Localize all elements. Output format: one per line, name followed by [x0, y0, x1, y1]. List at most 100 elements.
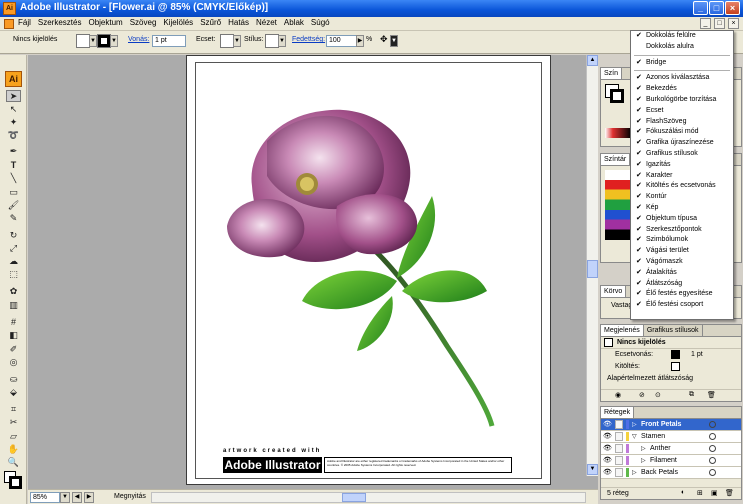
- menu-option[interactable]: ✔ Élő festés egyesítése: [631, 289, 733, 300]
- menu-option[interactable]: ✔ Azonos kiválasztása: [631, 73, 733, 84]
- doc-close-button[interactable]: ×: [728, 18, 739, 29]
- pen-tool-icon[interactable]: ✒: [6, 145, 21, 157]
- document-icon[interactable]: [4, 19, 14, 29]
- layers-new-sublayer-icon[interactable]: ⊞: [697, 489, 703, 497]
- scroll-down-icon[interactable]: ▼: [587, 464, 598, 475]
- zoom-dropdown-icon[interactable]: ▼: [60, 492, 70, 503]
- hand-tool-icon[interactable]: ✋: [6, 443, 21, 455]
- menu-option[interactable]: ✔ Vágási terület: [631, 246, 733, 257]
- graph-tool-icon[interactable]: ▥: [6, 299, 21, 311]
- appearance-duplicate-icon[interactable]: ⧉: [689, 391, 694, 399]
- tab-layers[interactable]: Rétegek: [601, 407, 635, 418]
- menu-option[interactable]: ✔ Fókuszálási mód: [631, 127, 733, 138]
- previous-page-icon[interactable]: ◀: [72, 492, 82, 503]
- layer-visibility-icon[interactable]: 👁: [603, 457, 612, 464]
- layer-visibility-icon[interactable]: 👁: [603, 433, 612, 440]
- menu-item-1[interactable]: Szerkesztés: [38, 18, 82, 27]
- layer-lock-toggle[interactable]: [615, 432, 623, 441]
- toolbox-stroke-swatch[interactable]: [9, 476, 22, 489]
- gradient-tool-icon[interactable]: ◧: [6, 329, 21, 341]
- type-tool-icon[interactable]: T: [6, 159, 21, 171]
- menu-item-2[interactable]: Objektum: [88, 18, 122, 27]
- layers-delete-icon[interactable]: 🗑: [725, 489, 734, 497]
- layer-target-icon[interactable]: [709, 433, 716, 440]
- appearance-toggle-icon[interactable]: ◉: [615, 391, 621, 399]
- menu-option[interactable]: ✔ Karakter: [631, 171, 733, 182]
- appearance-clear-icon[interactable]: ⊘: [639, 391, 645, 399]
- color-stroke-swatch[interactable]: [610, 89, 624, 103]
- blend-tool-icon[interactable]: ◎: [6, 356, 21, 368]
- menu-item-3[interactable]: Szöveg: [130, 18, 157, 27]
- layers-new-layer-icon[interactable]: ▣: [711, 489, 718, 497]
- appearance-reduce-icon[interactable]: ⊙: [655, 391, 661, 399]
- menu-option[interactable]: ✔ Kitöltés és ecsetvonás: [631, 181, 733, 192]
- tab-graphic-styles[interactable]: Grafikus stílusok: [643, 325, 703, 336]
- menu-option[interactable]: ✔ Grafikus stílusok: [631, 149, 733, 160]
- canvas-workspace[interactable]: artwork created with Adobe Illustrator A…: [28, 55, 598, 489]
- control-menu-icon[interactable]: ▼: [390, 35, 398, 47]
- menu-option[interactable]: ✔ Szerkesztőpontok: [631, 225, 733, 236]
- warp-tool-icon[interactable]: ☁: [6, 255, 21, 267]
- brush-dropdown-icon[interactable]: ▼: [233, 35, 241, 47]
- zoom-field[interactable]: 85%: [30, 492, 60, 503]
- layer-expand-icon[interactable]: ▷: [641, 445, 646, 452]
- rectangle-tool-icon[interactable]: ▭: [6, 186, 21, 198]
- swatch-grid[interactable]: [605, 170, 631, 240]
- style-dropdown-icon[interactable]: ▼: [278, 35, 286, 47]
- appearance-stroke-row[interactable]: Ecsetvonás: 1 pt: [601, 349, 741, 361]
- tab-swatches[interactable]: Színtár: [601, 154, 631, 165]
- menu-item-5[interactable]: Szűrő: [200, 18, 221, 27]
- artboard[interactable]: artwork created with Adobe Illustrator A…: [186, 55, 551, 485]
- stroke-weight-field[interactable]: 1 pt: [152, 35, 186, 47]
- zoom-tool-icon[interactable]: 🔍: [6, 456, 21, 468]
- layer-lock-toggle[interactable]: [615, 420, 623, 429]
- style-swatch[interactable]: [265, 34, 279, 48]
- mesh-tool-icon[interactable]: #: [6, 316, 21, 328]
- minimize-button[interactable]: _: [693, 1, 708, 15]
- rotate-tool-icon[interactable]: ↻: [6, 229, 21, 241]
- tab-appearance[interactable]: Megjelenés: [601, 325, 644, 336]
- layer-target-icon[interactable]: [709, 421, 716, 428]
- vertical-scrollbar[interactable]: ▲ ▼: [586, 55, 598, 476]
- line-tool-icon[interactable]: ╲: [6, 172, 21, 184]
- transform-icon[interactable]: ✥: [380, 34, 388, 45]
- horizontal-scroll-thumb[interactable]: [342, 493, 366, 502]
- menu-item-8[interactable]: Ablak: [284, 18, 304, 27]
- opacity-label-link[interactable]: Fedettség:: [292, 36, 325, 43]
- live-paint-selection-tool-icon[interactable]: ⬙: [6, 386, 21, 398]
- eyedropper-tool-icon[interactable]: ✐: [6, 343, 21, 355]
- scroll-up-icon[interactable]: ▲: [587, 55, 598, 66]
- layer-row[interactable]: 👁 ▷ Anther: [601, 443, 741, 455]
- menu-option[interactable]: ✔ Igazítás: [631, 160, 733, 171]
- stroke-label-link[interactable]: Vonás:: [128, 36, 149, 43]
- layers-make-clip-icon[interactable]: ◐: [681, 489, 685, 496]
- menu-option[interactable]: ✔ Bekezdés: [631, 84, 733, 95]
- menu-option[interactable]: ✔ Szimbólumok: [631, 235, 733, 246]
- menu-option[interactable]: ✔ Kontúr: [631, 192, 733, 203]
- stroke-dropdown-icon[interactable]: ▼: [110, 35, 118, 47]
- menu-option[interactable]: ✔ Objektum típusa: [631, 214, 733, 225]
- paintbrush-tool-icon[interactable]: 🖌: [6, 199, 21, 211]
- layer-expand-icon[interactable]: ▷: [641, 457, 646, 464]
- color-spectrum-bar[interactable]: [605, 128, 631, 138]
- slice-tool-icon[interactable]: ✂: [6, 416, 21, 428]
- stroke-swatch[interactable]: [97, 34, 111, 48]
- menu-option[interactable]: ✔ FlashSzöveg: [631, 117, 733, 128]
- direct-selection-tool-icon[interactable]: ↖: [6, 103, 21, 115]
- layer-target-icon[interactable]: [709, 469, 716, 476]
- maximize-button[interactable]: □: [709, 1, 724, 15]
- menu-option[interactable]: ✔ Dokkolás felülre: [631, 31, 733, 42]
- layer-row[interactable]: 👁 ▷ Back Petals: [601, 467, 741, 479]
- appearance-opacity-row[interactable]: Alapértelmezett átlátszóság: [601, 373, 741, 385]
- opacity-field[interactable]: 100: [326, 35, 358, 47]
- vertical-scroll-thumb[interactable]: [587, 260, 598, 278]
- layer-row[interactable]: 👁 ▷ Filament: [601, 455, 741, 467]
- layer-visibility-icon[interactable]: 👁: [603, 469, 612, 476]
- layer-expand-icon[interactable]: ▷: [632, 421, 637, 428]
- layer-visibility-icon[interactable]: 👁: [603, 445, 612, 452]
- menu-option[interactable]: ✔ Burkológörbe torzítása: [631, 95, 733, 106]
- menu-option[interactable]: Dokkolás alulra: [631, 42, 733, 53]
- menu-option[interactable]: ✔ Ecset: [631, 106, 733, 117]
- layer-expand-icon[interactable]: ▷: [632, 469, 637, 476]
- layer-target-icon[interactable]: [709, 445, 716, 452]
